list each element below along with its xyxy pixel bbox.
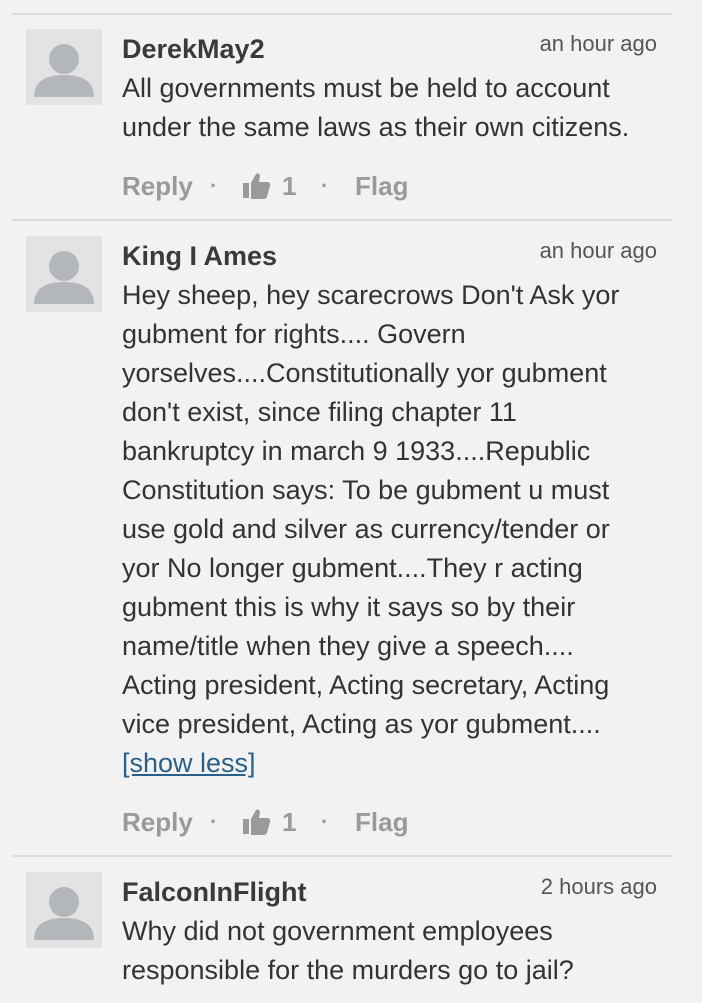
avatar-icon[interactable]: [26, 236, 102, 312]
comment-timestamp[interactable]: an hour ago: [540, 29, 657, 59]
comment-text-line: don't exist, since filing chapter 11: [122, 397, 517, 427]
comment-author[interactable]: FalconInFlight: [122, 876, 306, 908]
avatar-icon[interactable]: [26, 872, 102, 948]
comment-author[interactable]: King I Ames: [122, 240, 277, 272]
comment-text-line: Acting president, Acting secretary, Acti…: [122, 670, 610, 700]
comment-item: King I Ames an hour ago Hey sheep, hey s…: [0, 236, 702, 846]
flag-button[interactable]: Flag: [355, 169, 408, 203]
reply-button[interactable]: Reply: [122, 169, 193, 203]
comment-body: Hey sheep, hey scarecrows Don't Ask yor …: [122, 276, 662, 783]
comment-text-line: Why did not government employees: [122, 916, 553, 946]
flag-button[interactable]: Flag: [355, 805, 408, 839]
like-count: 1: [282, 171, 297, 201]
comment-text-line: vice president, Acting as yor gubment...…: [122, 709, 601, 739]
divider: [12, 219, 672, 221]
reply-button[interactable]: Reply: [122, 805, 193, 839]
comment-text-line: use gold and silver as currency/tender o…: [122, 514, 610, 544]
comment-text-line: name/title when they give a speech....: [122, 631, 574, 661]
comment-feed: DerekMay2 an hour ago All governments mu…: [0, 0, 702, 1003]
divider: [12, 855, 672, 857]
thumbs-up-icon: [243, 173, 271, 199]
comment-item: FalconInFlight 2 hours ago Why did not g…: [0, 872, 702, 1003]
comment-text-line: Hey sheep, hey scarecrows Don't Ask yor: [122, 280, 620, 310]
avatar-icon[interactable]: [26, 29, 102, 105]
comment-text-line: gubment for rights.... Govern: [122, 319, 466, 349]
comment-text-line: responsible for the murders go to jail?: [122, 955, 574, 985]
comment-timestamp[interactable]: an hour ago: [540, 236, 657, 266]
like-count: 1: [282, 807, 297, 837]
separator-dot: ·: [210, 809, 218, 834]
separator-dot: ·: [210, 173, 218, 198]
divider: [12, 13, 672, 15]
thumbs-up-icon: [243, 809, 271, 835]
comment-body: All governments must be held to account …: [122, 69, 662, 147]
comment-text-line: All governments must be held to account: [122, 73, 610, 103]
comment-body: Why did not government employees respons…: [122, 912, 662, 990]
comment-text-line: Constitution says: To be gubment u must: [122, 475, 610, 505]
comment-text-line: yor No longer gubment....They r acting: [122, 553, 583, 583]
separator-dot: ·: [321, 809, 329, 834]
comment-text-line: bankruptcy in march 9 1933....Republic: [122, 436, 591, 466]
comment-text-line: gubment this is why it says so by their: [122, 592, 576, 622]
comment-text-line: yorselves....Constitutionally yor gubmen…: [122, 358, 607, 388]
comment-item: DerekMay2 an hour ago All governments mu…: [0, 29, 702, 209]
show-less-link[interactable]: [show less]: [122, 744, 256, 783]
separator-dot: ·: [321, 173, 329, 198]
comment-timestamp[interactable]: 2 hours ago: [541, 872, 657, 902]
comment-author[interactable]: DerekMay2: [122, 33, 265, 65]
comment-text-line: under the same laws as their own citizen…: [122, 112, 630, 142]
